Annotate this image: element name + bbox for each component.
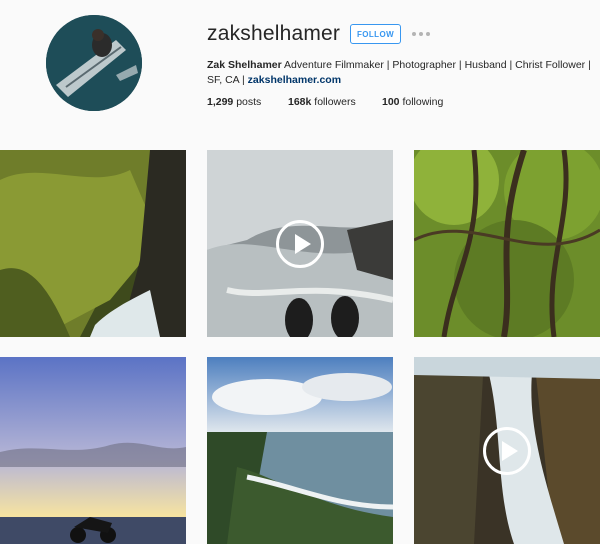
bio-description: Adventure Filmmaker | Photographer | Hus… [281, 59, 591, 71]
posts-stat: 1,299 posts [207, 96, 261, 108]
post-tile-ocean-wave-feet[interactable] [207, 150, 393, 337]
following-count: 100 [382, 96, 400, 108]
profile-header: zakshelhamer FOLLOW Zak Shelhamer Advent… [0, 0, 600, 150]
follow-button[interactable]: FOLLOW [350, 24, 401, 44]
followers-stat[interactable]: 168k followers [288, 96, 356, 108]
bio-full-name: Zak Shelhamer [207, 59, 282, 71]
profile-avatar[interactable] [46, 15, 142, 111]
profile-username: zakshelhamer [207, 22, 341, 45]
followers-label: followers [311, 96, 356, 108]
post-tile-mossy-cliff[interactable] [0, 150, 186, 337]
posts-label: posts [233, 96, 262, 108]
bio-website-link[interactable]: zakshelhamer.com [248, 74, 341, 86]
more-options-icon[interactable] [412, 31, 430, 37]
post-tile-waterfall-canyon[interactable] [414, 357, 600, 544]
profile-bio: Zak Shelhamer Adventure Filmmaker | Phot… [207, 58, 597, 88]
following-label: following [399, 96, 444, 108]
followers-count: 168k [288, 96, 312, 108]
post-tile-jungle-trees[interactable] [414, 150, 600, 337]
play-icon [483, 426, 531, 475]
following-stat[interactable]: 100 following [382, 96, 443, 108]
play-icon [276, 219, 324, 268]
posts-count: 1,299 [207, 96, 234, 108]
bio-location: SF, CA | [207, 74, 248, 86]
post-tile-coastline[interactable] [207, 357, 393, 544]
post-tile-motorcycle-sunset[interactable] [0, 357, 186, 544]
